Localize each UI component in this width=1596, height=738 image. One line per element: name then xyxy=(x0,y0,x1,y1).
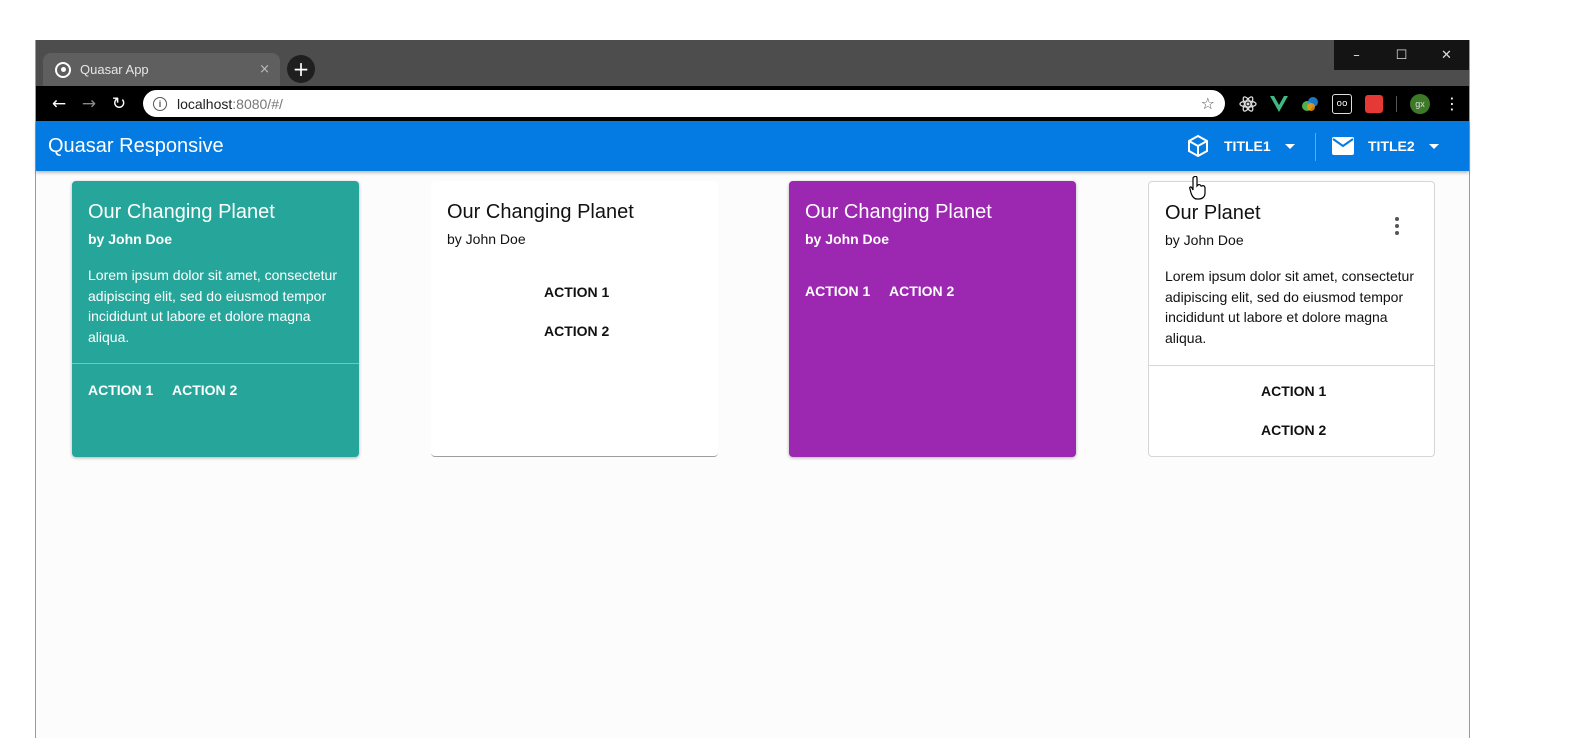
hand-cursor-icon xyxy=(1189,176,1206,200)
browser-menu-icon[interactable]: ⋮ xyxy=(1443,94,1461,113)
title-bar: Quasar App × + – ☐ ✕ xyxy=(36,40,1469,86)
card-body: Lorem ipsum dolor sit amet, consectetur … xyxy=(88,267,337,345)
card-action-1-button[interactable]: ACTION 1 xyxy=(1261,383,1326,399)
address-bar[interactable]: i localhost:8080/#/ ☆ xyxy=(143,90,1225,117)
minimize-button[interactable]: – xyxy=(1334,40,1379,70)
card-teal: Our Changing Planet by John Doe Lorem ip… xyxy=(72,181,359,457)
url-text[interactable]: localhost:8080/#/ xyxy=(177,96,1201,112)
card-purple: Our Changing Planet by John Doe ACTION 1… xyxy=(789,181,1076,457)
card-bordered: Our Planet by John Doe Lorem ipsum dolor… xyxy=(1148,181,1435,457)
more-vert-icon[interactable] xyxy=(1395,217,1399,235)
title2-label: TITLE2 xyxy=(1368,138,1415,154)
card-action-2-button[interactable]: ACTION 2 xyxy=(544,323,609,339)
card-subtitle: by John Doe xyxy=(805,231,890,247)
bookmark-star-icon[interactable]: ☆ xyxy=(1201,94,1215,113)
window-controls: – ☐ ✕ xyxy=(1334,40,1469,70)
maximize-button[interactable]: ☐ xyxy=(1379,40,1424,70)
app-header: Quasar Responsive TITLE1 TITLE2 xyxy=(36,121,1469,171)
card-title: Our Planet xyxy=(1165,202,1261,224)
card-action-2-button[interactable]: ACTION 2 xyxy=(1261,422,1326,438)
card-subtitle: by John Doe xyxy=(1165,232,1244,248)
site-info-icon[interactable]: i xyxy=(153,96,167,111)
forward-arrow-icon[interactable]: → xyxy=(74,94,104,114)
new-tab-button[interactable]: + xyxy=(287,55,315,83)
tab-title: Quasar App xyxy=(80,62,149,77)
card-title: Our Changing Planet xyxy=(805,201,992,223)
browser-toolbar: ← → ↻ i localhost:8080/#/ ☆ oo gx ⋮ xyxy=(36,86,1469,121)
card-flat: Our Changing Planet by John Doe ACTION 1… xyxy=(431,181,718,457)
toolbar-divider xyxy=(1396,95,1397,112)
header-divider xyxy=(1315,133,1316,161)
card-action-1-button[interactable]: ACTION 1 xyxy=(88,382,153,398)
app-title: Quasar Responsive xyxy=(48,135,224,157)
card-subtitle: by John Doe xyxy=(447,231,526,247)
back-arrow-icon[interactable]: ← xyxy=(44,94,74,114)
quasar-favicon-icon xyxy=(55,61,71,78)
card-separator xyxy=(72,363,359,364)
color-picker-extension-icon[interactable] xyxy=(1301,95,1319,113)
vue-devtools-icon[interactable] xyxy=(1270,95,1288,113)
card-action-1-button[interactable]: ACTION 1 xyxy=(544,284,609,300)
title2-dropdown-button[interactable]: TITLE2 xyxy=(1332,121,1439,171)
card-action-2-button[interactable]: ACTION 2 xyxy=(889,283,954,299)
tab-close-icon[interactable]: × xyxy=(259,62,270,77)
title1-dropdown-button[interactable]: TITLE1 xyxy=(1186,121,1295,171)
profile-avatar[interactable]: gx xyxy=(1410,93,1430,114)
mail-icon xyxy=(1332,137,1354,155)
chevron-down-icon xyxy=(1284,143,1295,149)
react-devtools-icon[interactable] xyxy=(1239,95,1257,113)
title1-label: TITLE1 xyxy=(1224,138,1271,154)
card-title: Our Changing Planet xyxy=(88,201,275,223)
card-body: Lorem ipsum dolor sit amet, consectetur … xyxy=(1165,268,1414,346)
browser-window: Quasar App × + – ☐ ✕ ← → ↻ i localhost:8… xyxy=(35,40,1470,738)
card-action-1-button[interactable]: ACTION 1 xyxy=(805,283,870,299)
browser-tab[interactable]: Quasar App × xyxy=(43,53,280,86)
glasses-extension-icon[interactable]: oo xyxy=(1332,93,1352,114)
chevron-down-icon xyxy=(1428,143,1439,149)
red-extension-icon[interactable] xyxy=(1365,94,1383,113)
card-title: Our Changing Planet xyxy=(447,201,634,223)
cube-icon xyxy=(1188,134,1208,158)
close-window-button[interactable]: ✕ xyxy=(1424,40,1469,70)
reload-icon[interactable]: ↻ xyxy=(104,94,134,114)
card-subtitle: by John Doe xyxy=(88,231,173,247)
extensions-area: oo gx ⋮ xyxy=(1239,86,1461,121)
card-separator xyxy=(1149,365,1434,366)
card-action-2-button[interactable]: ACTION 2 xyxy=(172,382,237,398)
